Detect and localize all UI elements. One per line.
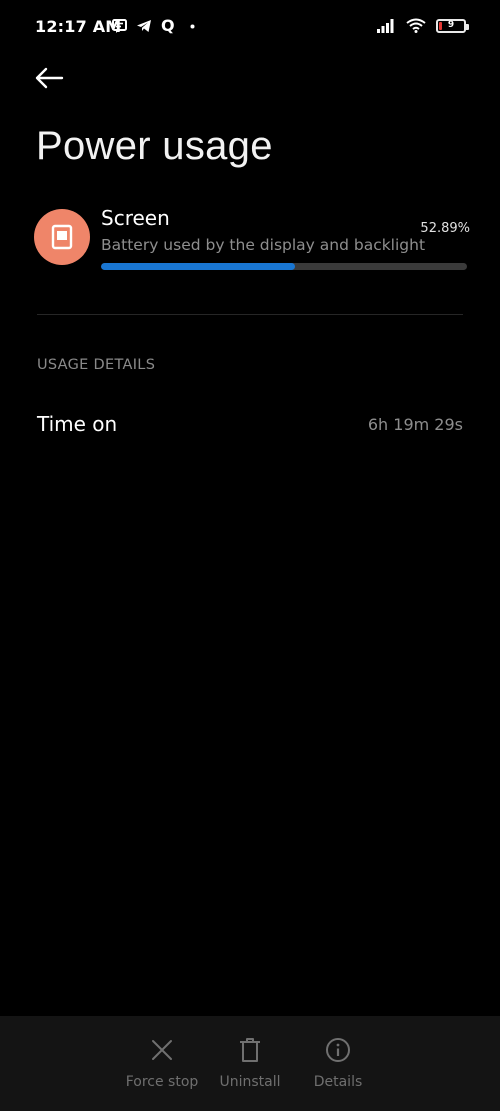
battery-fill — [439, 21, 442, 30]
dot-icon — [190, 24, 195, 29]
usage-item-screen: Screen 52.89% Battery used by the displa… — [34, 204, 470, 276]
system-icons: 9 — [376, 18, 469, 33]
wifi-icon — [406, 18, 426, 33]
detail-label: Time on — [37, 412, 118, 436]
bottom-action-bar: Force stop Uninstall Details — [0, 1016, 500, 1111]
screen-icon — [34, 209, 90, 265]
divider — [37, 314, 463, 315]
usage-progress-bar — [101, 263, 467, 270]
close-icon — [148, 1036, 176, 1064]
notification-icons: Q — [112, 18, 195, 34]
signal-icon — [376, 18, 396, 33]
detail-row-time-on: Time on 6h 19m 29s — [37, 408, 463, 444]
back-arrow-icon — [34, 67, 64, 93]
telegram-icon — [136, 19, 152, 33]
item-percent: 52.89% — [420, 221, 470, 236]
status-bar: 12:17 AM Q 9 — [0, 0, 500, 56]
force-stop-label: Force stop — [125, 1074, 199, 1090]
trash-icon — [236, 1036, 264, 1064]
item-subtitle: Battery used by the display and backligh… — [101, 236, 426, 254]
details-button[interactable]: Details — [293, 1036, 383, 1090]
battery-icon: 9 — [436, 18, 469, 33]
section-header: USAGE DETAILS — [37, 357, 156, 373]
page-title: Power usage — [36, 124, 273, 168]
uninstall-label: Uninstall — [219, 1074, 281, 1090]
message-icon — [112, 19, 127, 33]
back-button[interactable] — [34, 62, 74, 98]
force-stop-button[interactable]: Force stop — [117, 1036, 207, 1090]
item-title: Screen — [101, 206, 170, 230]
detail-value: 6h 19m 29s — [367, 415, 463, 434]
uninstall-button[interactable]: Uninstall — [205, 1036, 295, 1090]
battery-level: 9 — [447, 20, 455, 30]
usage-progress-fill — [101, 263, 295, 270]
details-label: Details — [313, 1074, 363, 1090]
q-app-icon: Q — [161, 16, 175, 35]
status-time: 12:17 AM — [35, 17, 122, 36]
info-icon — [324, 1036, 352, 1064]
